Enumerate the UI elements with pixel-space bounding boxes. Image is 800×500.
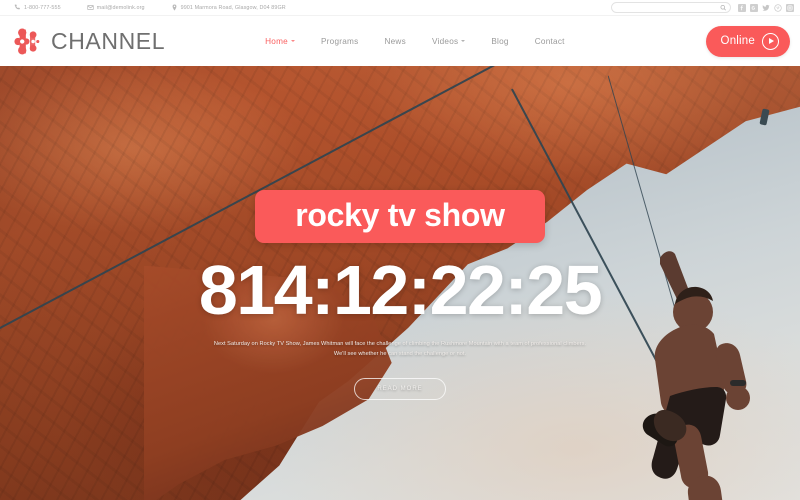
phone-text: 1-800-777-555 — [24, 4, 61, 11]
nav-item-home[interactable]: Home — [265, 37, 295, 46]
countdown-timer: 814:12:22:25 — [198, 251, 603, 329]
nav-item-blog[interactable]: Blog — [491, 37, 508, 46]
page-root: 1-800-777-555 mail@demolink.org 9901 Mar… — [0, 0, 800, 500]
nav-label-news: News — [384, 36, 406, 46]
read-more-button[interactable]: READ MORE — [354, 377, 446, 400]
twitter-icon[interactable] — [762, 4, 770, 12]
nav-label-videos: Videos — [431, 36, 459, 46]
search-input[interactable] — [611, 2, 731, 13]
online-label: Online — [720, 35, 755, 47]
map-pin-icon — [171, 4, 178, 11]
nav-label-contact: Contact — [534, 36, 565, 46]
google-plus-icon[interactable] — [750, 3, 758, 12]
hero-description: Next Saturday on Rocky TV Show, James Wh… — [180, 339, 620, 360]
instagram-icon[interactable] — [786, 3, 794, 12]
topbar-right — [611, 2, 794, 13]
top-bar: 1-800-777-555 mail@demolink.org 9901 Mar… — [0, 0, 800, 16]
hero-content: rocky tv show 814:12:22:25 Next Saturday… — [0, 66, 800, 500]
hero-title: rocky tv show — [295, 197, 505, 233]
nav-label-home: Home — [265, 36, 288, 46]
contact-email[interactable]: mail@demolink.org — [87, 4, 145, 11]
logo[interactable]: CHANNEL — [14, 28, 165, 55]
nav-label-blog: Blog — [491, 36, 509, 46]
hero-description-line-1: Next Saturday on Rocky TV Show, James Wh… — [213, 341, 587, 347]
chevron-down-icon — [290, 40, 295, 42]
logo-text: CHANNEL — [51, 27, 166, 54]
online-button[interactable]: Online — [705, 25, 790, 57]
chevron-down-icon — [461, 40, 466, 42]
hero-description-line-2: We'll see whether he can stand the chall… — [333, 351, 467, 358]
site-header: CHANNEL Home Programs News Videos Blog C… — [0, 16, 800, 66]
pinterest-icon[interactable] — [774, 3, 782, 12]
nav-item-programs[interactable]: Programs — [321, 37, 359, 46]
social-links — [738, 3, 794, 12]
nav-label-programs: Programs — [320, 36, 359, 46]
facebook-icon[interactable] — [738, 3, 746, 12]
address-text: 9901 Marmora Road, Glasgow, D04 89GR — [180, 4, 286, 11]
circles-logo-icon — [14, 28, 46, 55]
email-text: mail@demolink.org — [96, 4, 145, 11]
nav-item-news[interactable]: News — [384, 37, 405, 46]
contact-phone[interactable]: 1-800-777-555 — [14, 4, 61, 11]
mail-icon — [87, 4, 94, 11]
search-icon[interactable] — [720, 4, 727, 11]
main-navigation: Home Programs News Videos Blog Contact — [265, 37, 565, 46]
phone-icon — [14, 4, 21, 11]
hero-title-badge: rocky tv show — [255, 190, 545, 243]
play-circle-icon — [762, 32, 779, 50]
contact-address[interactable]: 9901 Marmora Road, Glasgow, D04 89GR — [171, 4, 286, 11]
search-box — [611, 2, 731, 13]
hero-section: rocky tv show 814:12:22:25 Next Saturday… — [0, 66, 800, 500]
nav-item-contact[interactable]: Contact — [535, 37, 565, 46]
nav-item-videos[interactable]: Videos — [431, 36, 466, 46]
